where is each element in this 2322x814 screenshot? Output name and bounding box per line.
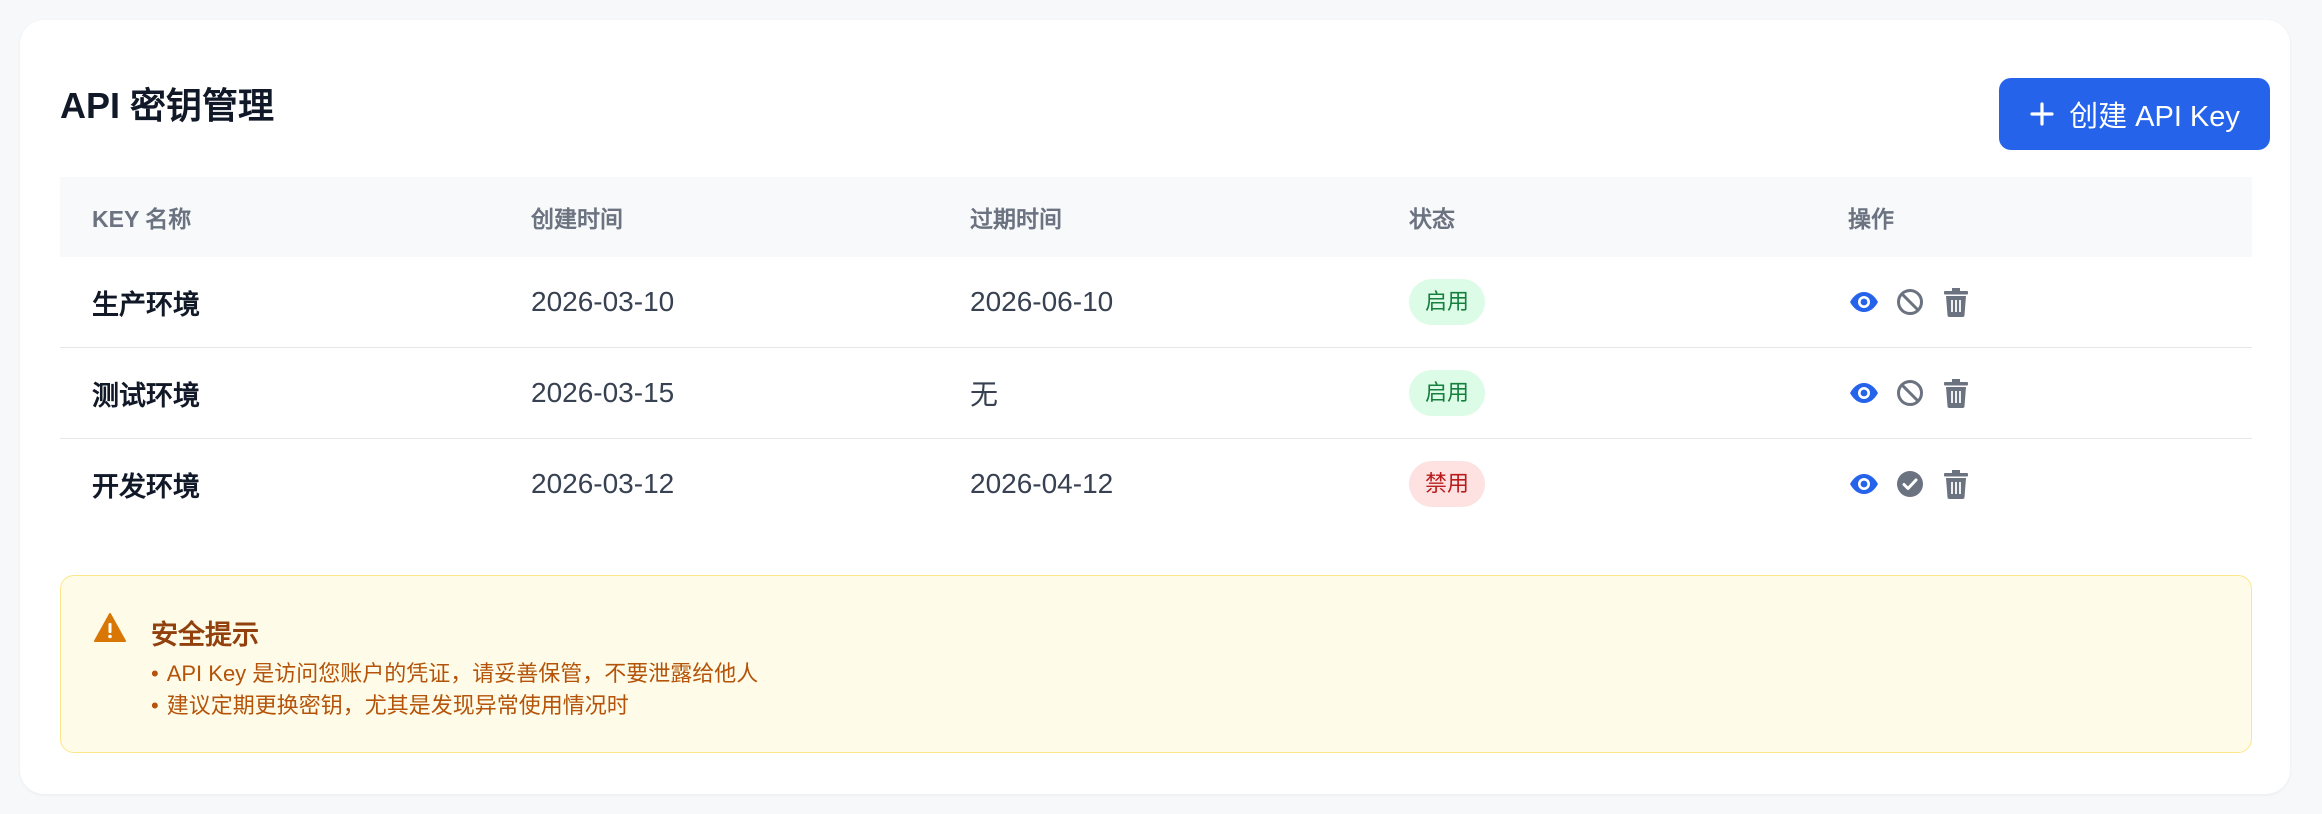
- column-header-expires: 过期时间: [970, 206, 1062, 232]
- page-title: API 密钥管理: [60, 85, 275, 126]
- key-name: 测试环境: [92, 380, 200, 411]
- actions-cell: [1816, 286, 2252, 318]
- enable-check-circle-icon[interactable]: [1894, 468, 1926, 500]
- alert-list: API Key 是访问您账户的凭证，请妥善保管，不要泄露给他人 建议定期更换密钥…: [151, 658, 759, 722]
- view-eye-icon[interactable]: [1848, 468, 1880, 500]
- status-cell: 禁用: [1377, 461, 1816, 507]
- table-row: 开发环境 2026-03-12 2026-04-12 禁用: [60, 439, 2252, 529]
- security-alert: 安全提示 API Key 是访问您账户的凭证，请妥善保管，不要泄露给他人 建议定…: [60, 575, 2252, 753]
- key-name: 开发环境: [92, 471, 200, 502]
- expire-date: 2026-06-10: [970, 286, 1114, 317]
- status-badge: 启用: [1409, 279, 1486, 325]
- api-key-card: API 密钥管理 创建 API Key KEY 名称 创建时间 过期时间 状态 …: [20, 20, 2290, 794]
- status-cell: 启用: [1377, 370, 1816, 416]
- api-key-table: KEY 名称 创建时间 过期时间 状态 操作 生产环境 2026-03-10 2…: [60, 177, 2252, 529]
- delete-trash-icon[interactable]: [1940, 377, 1972, 409]
- status-badge: 启用: [1409, 370, 1486, 416]
- created-date: 2026-03-10: [531, 286, 675, 317]
- view-eye-icon[interactable]: [1848, 286, 1880, 318]
- key-name: 生产环境: [92, 289, 200, 320]
- status-cell: 启用: [1377, 279, 1816, 325]
- table-row: 生产环境 2026-03-10 2026-06-10 启用: [60, 257, 2252, 348]
- disable-ban-icon[interactable]: [1894, 286, 1926, 318]
- plus-icon: [2029, 101, 2055, 127]
- column-header-status: 状态: [1409, 206, 1455, 232]
- alert-title: 安全提示: [151, 620, 259, 650]
- actions-cell: [1816, 468, 2252, 500]
- actions-cell: [1816, 377, 2252, 409]
- expire-date: 2026-04-12: [970, 468, 1114, 499]
- status-badge: 禁用: [1409, 461, 1486, 507]
- table-row: 测试环境 2026-03-15 无 启用: [60, 348, 2252, 439]
- table-header: KEY 名称 创建时间 过期时间 状态 操作: [60, 177, 2252, 257]
- column-header-created: 创建时间: [531, 206, 623, 232]
- delete-trash-icon[interactable]: [1940, 468, 1972, 500]
- delete-trash-icon[interactable]: [1940, 286, 1972, 318]
- column-header-actions: 操作: [1848, 206, 1894, 232]
- header: API 密钥管理 创建 API Key: [60, 58, 2290, 152]
- created-date: 2026-03-15: [531, 377, 675, 408]
- view-eye-icon[interactable]: [1848, 377, 1880, 409]
- create-api-key-button[interactable]: 创建 API Key: [1999, 78, 2270, 150]
- create-api-key-label: 创建 API Key: [2069, 101, 2240, 133]
- created-date: 2026-03-12: [531, 468, 675, 499]
- alert-item: API Key 是访问您账户的凭证，请妥善保管，不要泄露给他人: [151, 658, 759, 690]
- disable-ban-icon[interactable]: [1894, 377, 1926, 409]
- warning-triangle-icon: [93, 612, 127, 644]
- column-header-name: KEY 名称: [92, 206, 192, 232]
- alert-item: 建议定期更换密钥，尤其是发现异常使用情况时: [151, 690, 758, 722]
- expire-date: 无: [970, 379, 999, 410]
